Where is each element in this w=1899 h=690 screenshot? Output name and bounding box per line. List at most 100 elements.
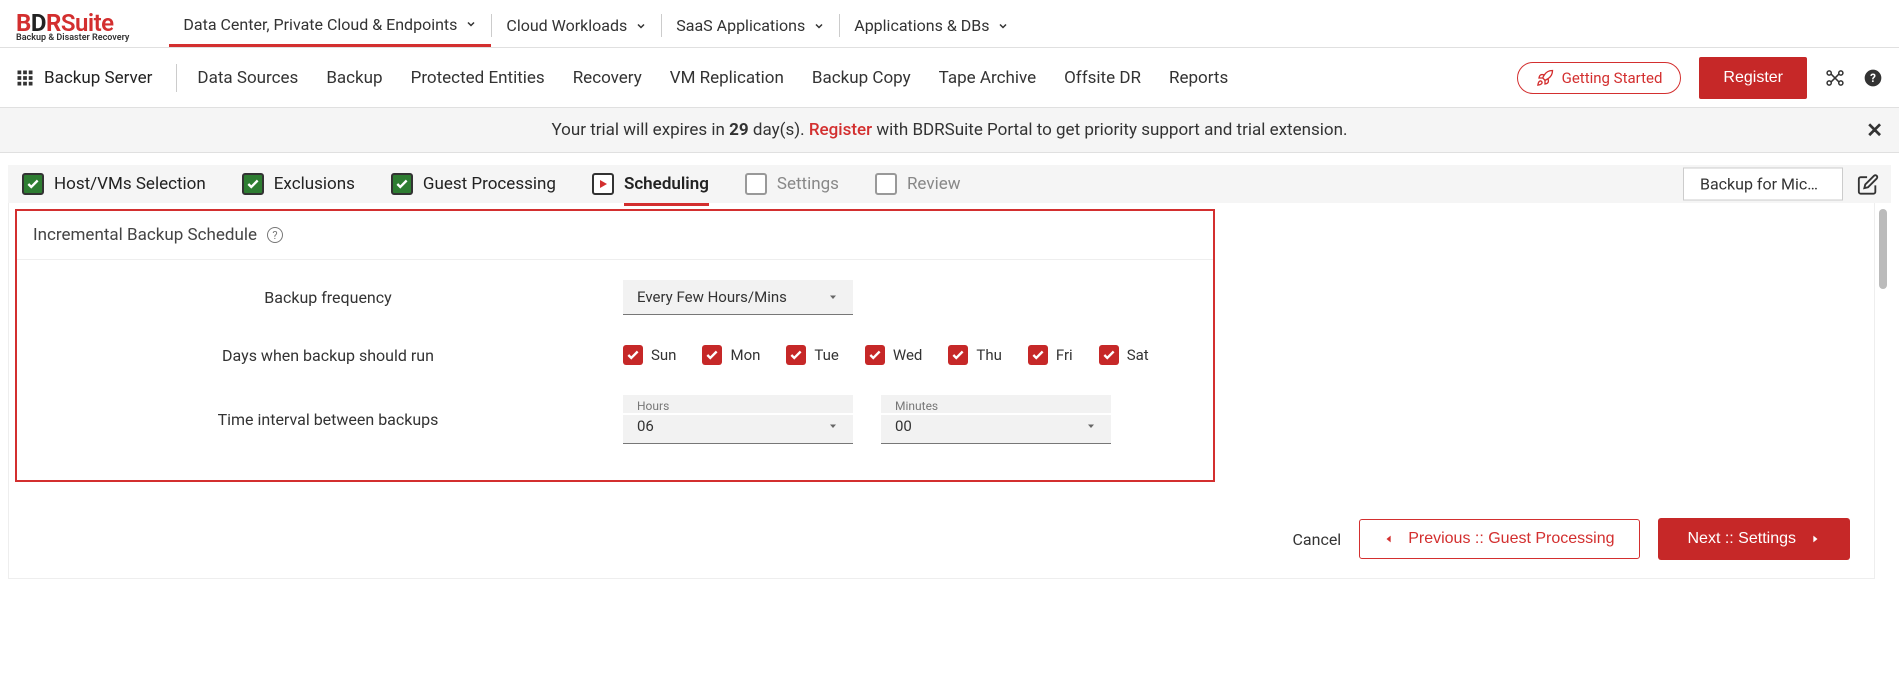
wizard-content: Incremental Backup Schedule ? Backup fre…	[8, 203, 1875, 579]
arrow-right-icon	[1810, 533, 1820, 545]
day-tue[interactable]: Tue	[786, 345, 838, 365]
trial-days: 29	[729, 120, 749, 140]
nav2-item-protected[interactable]: Protected Entities	[411, 68, 545, 88]
nav-divider	[176, 64, 177, 92]
day-mon[interactable]: Mon	[702, 345, 760, 365]
trial-register-link[interactable]: Register	[809, 120, 872, 140]
dropdown-arrow-icon	[827, 420, 839, 432]
step-scheduling[interactable]: Scheduling	[592, 173, 709, 195]
cancel-button[interactable]: Cancel	[1292, 530, 1341, 549]
select-hours[interactable]: 06	[623, 415, 853, 444]
days-of-week: Sun Mon Tue Wed Thu Fri Sat	[623, 345, 1149, 365]
dropdown-arrow-icon	[827, 291, 839, 303]
next-button[interactable]: Next :: Settings	[1658, 518, 1851, 560]
nav2-item-datasources[interactable]: Data Sources	[197, 68, 298, 88]
day-label: Fri	[1056, 346, 1073, 364]
step-label: Scheduling	[624, 174, 709, 194]
day-label: Tue	[814, 346, 838, 364]
day-label: Sat	[1127, 346, 1149, 364]
select-backup-frequency[interactable]: Every Few Hours/Mins	[623, 280, 853, 315]
nav1-label: Data Center, Private Cloud & Endpoints	[183, 15, 457, 34]
nav2-item-replication[interactable]: VM Replication	[670, 68, 784, 88]
step-label: Exclusions	[274, 174, 355, 194]
select-minutes[interactable]: 00	[881, 415, 1111, 444]
trial-banner: Your trial will expires in 29 day(s). Re…	[0, 108, 1899, 153]
label-hours: Hours	[623, 395, 853, 413]
day-label: Mon	[730, 346, 760, 364]
select-value: 00	[895, 417, 912, 435]
help-icon[interactable]: ?	[1863, 68, 1883, 88]
chevron-down-icon	[997, 20, 1009, 32]
row-interval: Time interval between backups Hours 06 M…	[33, 395, 1197, 444]
previous-label: Previous :: Guest Processing	[1408, 530, 1614, 548]
scroll-thumb[interactable]	[1879, 209, 1887, 289]
nav2-item-recovery[interactable]: Recovery	[573, 68, 642, 88]
incremental-schedule-section: Incremental Backup Schedule ? Backup fre…	[15, 209, 1215, 482]
day-fri[interactable]: Fri	[1028, 345, 1073, 365]
step-guest[interactable]: Guest Processing	[391, 173, 556, 195]
nav2-item-backup[interactable]: Backup	[326, 68, 382, 88]
day-label: Sun	[651, 346, 676, 364]
nav1-item-datacenter[interactable]: Data Center, Private Cloud & Endpoints	[169, 4, 491, 47]
chevron-down-icon	[465, 18, 477, 30]
step-label: Host/VMs Selection	[54, 174, 206, 194]
brand-tagline: Backup & Disaster Recovery	[16, 33, 129, 43]
label-days: Days when backup should run	[33, 346, 623, 365]
job-title-field[interactable]: Backup for Mic…	[1683, 168, 1843, 201]
day-sat[interactable]: Sat	[1099, 345, 1149, 365]
nav2-item-offsite[interactable]: Offsite DR	[1064, 68, 1141, 88]
scrollbar[interactable]	[1875, 203, 1891, 579]
secondary-nav: Data Sources Backup Protected Entities R…	[197, 68, 1228, 88]
close-icon[interactable]: ✕	[1866, 118, 1883, 142]
trial-prefix: Your trial will expires in	[552, 120, 730, 140]
nav1-label: Cloud Workloads	[506, 16, 627, 35]
row-days: Days when backup should run Sun Mon Tue …	[33, 345, 1197, 365]
help-tooltip-icon[interactable]: ?	[267, 227, 283, 243]
day-label: Wed	[893, 346, 923, 364]
edit-icon[interactable]	[1857, 173, 1879, 195]
brand-logo: BDRSuite Backup & Disaster Recovery	[16, 9, 129, 43]
wizard-footer: Cancel Previous :: Guest Processing Next…	[9, 500, 1874, 578]
nav1-label: SaaS Applications	[676, 16, 805, 35]
step-hostvm[interactable]: Host/VMs Selection	[22, 173, 206, 195]
label-backup-frequency: Backup frequency	[33, 288, 623, 307]
select-value: Every Few Hours/Mins	[637, 288, 787, 306]
day-thu[interactable]: Thu	[948, 345, 1001, 365]
step-label: Review	[907, 174, 961, 194]
server-label: Backup Server	[44, 68, 152, 88]
step-exclusions[interactable]: Exclusions	[242, 173, 355, 195]
step-label: Guest Processing	[423, 174, 556, 194]
apps-grid-icon[interactable]	[16, 69, 34, 87]
label-interval: Time interval between backups	[33, 410, 623, 429]
nav2-item-reports[interactable]: Reports	[1169, 68, 1228, 88]
network-icon[interactable]	[1825, 68, 1845, 88]
day-label: Thu	[976, 346, 1001, 364]
secondary-header: Backup Server Data Sources Backup Protec…	[0, 48, 1899, 108]
getting-started-button[interactable]: Getting Started	[1517, 62, 1682, 94]
getting-started-label: Getting Started	[1562, 69, 1663, 87]
dropdown-arrow-icon	[1085, 420, 1097, 432]
trial-days-suffix: day(s).	[749, 120, 809, 140]
section-title: Incremental Backup Schedule	[33, 225, 257, 245]
day-sun[interactable]: Sun	[623, 345, 676, 365]
step-label: Settings	[777, 174, 839, 194]
chevron-down-icon	[635, 20, 647, 32]
svg-text:?: ?	[1870, 71, 1876, 85]
chevron-down-icon	[813, 20, 825, 32]
nav2-item-backupcopy[interactable]: Backup Copy	[812, 68, 911, 88]
step-settings[interactable]: Settings	[745, 173, 839, 195]
nav1-item-apps[interactable]: Applications & DBs	[840, 4, 1023, 47]
nav1-label: Applications & DBs	[854, 16, 989, 35]
nav1-item-cloud[interactable]: Cloud Workloads	[492, 4, 661, 47]
row-backup-frequency: Backup frequency Every Few Hours/Mins	[33, 280, 1197, 315]
next-label: Next :: Settings	[1688, 530, 1797, 548]
previous-button[interactable]: Previous :: Guest Processing	[1359, 519, 1639, 559]
arrow-left-icon	[1384, 533, 1394, 545]
top-header: BDRSuite Backup & Disaster Recovery Data…	[0, 0, 1899, 48]
step-review[interactable]: Review	[875, 173, 961, 195]
nav2-item-tape[interactable]: Tape Archive	[939, 68, 1036, 88]
day-wed[interactable]: Wed	[865, 345, 923, 365]
register-button[interactable]: Register	[1699, 57, 1807, 99]
select-value: 06	[637, 417, 654, 435]
nav1-item-saas[interactable]: SaaS Applications	[662, 4, 839, 47]
